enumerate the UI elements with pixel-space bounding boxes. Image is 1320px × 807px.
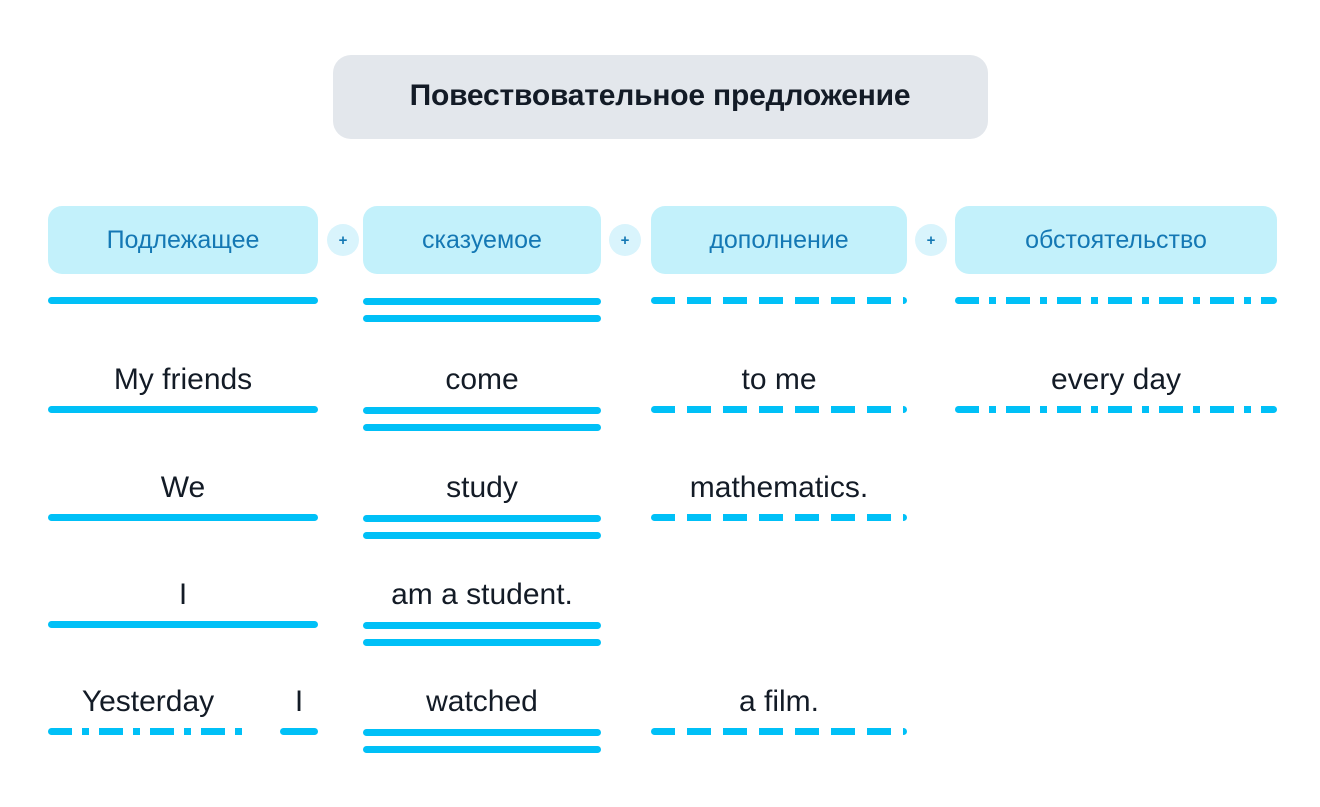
chip-object-label: дополнение — [709, 225, 849, 254]
formula-row: Подлежащее + сказуемое + дополнение + об… — [0, 206, 1320, 276]
example-1-object: to me — [741, 363, 817, 396]
example-2-object: mathematics. — [689, 471, 869, 504]
example-4-object: a film. — [738, 685, 819, 718]
example-3-subject: I — [178, 578, 188, 611]
example-2-predicate: study — [446, 471, 518, 504]
plus-badge-3: + — [915, 224, 947, 256]
plus-icon: + — [338, 231, 348, 249]
chip-subject-label: Подлежащее — [106, 225, 260, 254]
example-4-subject: I — [294, 685, 304, 718]
plus-icon: + — [620, 231, 630, 249]
example-1-underline-object — [651, 406, 907, 413]
example-1-underline-predicate — [363, 407, 601, 431]
example-3-underline-subject — [48, 621, 318, 628]
example-2-subject: We — [160, 471, 206, 504]
plus-badge-1: + — [327, 224, 359, 256]
chip-adverbial-label: обстоятельство — [1025, 225, 1207, 254]
example-4-predicate: watched — [426, 685, 538, 718]
plus-icon: + — [926, 231, 936, 249]
example-4-underline-predicate — [363, 729, 601, 753]
example-1-underline-subject — [48, 406, 318, 413]
legend-underline-subject — [48, 297, 318, 304]
example-2-underline-predicate — [363, 515, 601, 539]
example-2-underline-subject — [48, 514, 318, 521]
example-1-predicate: come — [445, 363, 519, 396]
example-4-adverbial: Yesterday — [81, 685, 215, 718]
sentence-structure-board: Подлежащее + сказуемое + дополнение + об… — [0, 0, 1320, 807]
chip-object[interactable]: дополнение — [651, 206, 907, 274]
example-3-underline-predicate — [363, 622, 601, 646]
example-3-predicate: am a student. — [391, 578, 573, 611]
example-4-underline-object — [651, 728, 907, 735]
example-4-underline-subject — [280, 728, 318, 735]
legend-underline-predicate — [363, 298, 601, 322]
legend-underline-object — [651, 297, 907, 304]
example-1-adverbial: every day — [1050, 363, 1182, 396]
chip-predicate-label: сказуемое — [422, 225, 542, 254]
chip-predicate[interactable]: сказуемое — [363, 206, 601, 274]
example-4-underline-adverbial — [48, 728, 248, 735]
legend-underline-adverbial — [955, 297, 1277, 304]
chip-subject[interactable]: Подлежащее — [48, 206, 318, 274]
example-1-subject: My friends — [113, 363, 253, 396]
example-1-underline-adverbial — [955, 406, 1277, 413]
chip-adverbial[interactable]: обстоятельство — [955, 206, 1277, 274]
plus-badge-2: + — [609, 224, 641, 256]
example-2-underline-object — [651, 514, 907, 521]
